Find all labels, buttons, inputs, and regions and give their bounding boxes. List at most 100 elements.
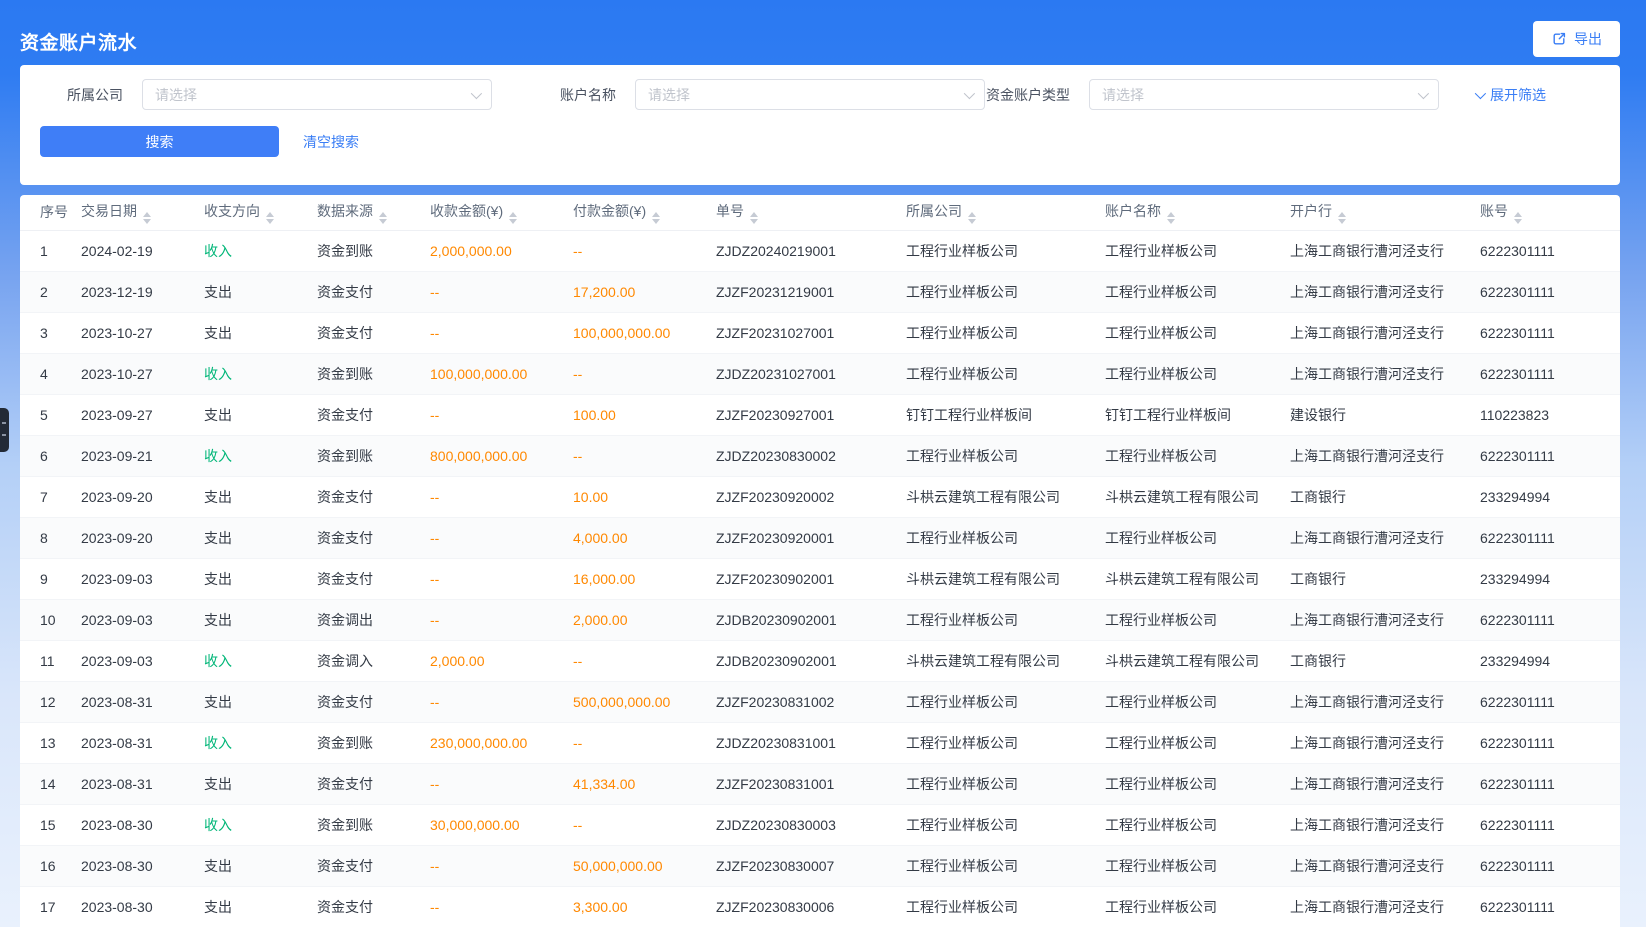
table-row: 132023-08-31收入资金到账230,000,000.00--ZJDZ20… [20,722,1620,763]
cell-direction: 收入 [204,230,317,271]
account-type-filter-label: 资金账户类型 [986,85,1070,105]
account-name-filter-label: 账户名称 [560,85,616,105]
cell-index: 17 [20,886,81,927]
cell-company: 斗栱云建筑工程有限公司 [906,476,1105,517]
cell-direction: 支出 [204,681,317,722]
col-direction[interactable]: 收支方向 [204,195,317,230]
table-row: 72023-09-20支出资金支付--10.00ZJZF20230920002斗… [20,476,1620,517]
cell-income-amount: -- [430,886,573,927]
cell-source: 资金到账 [317,435,430,476]
account-type-filter-select[interactable]: 请选择 [1089,79,1439,110]
cell-direction: 支出 [204,312,317,353]
filter-panel: 所属公司请选择账户名称请选择资金账户类型请选择 展开筛选 搜索 清空搜索 [20,65,1620,185]
cell-index: 14 [20,763,81,804]
cell-order-no: ZJDZ20230830002 [716,435,906,476]
cell-account-no: 233294994 [1480,640,1620,681]
cell-account-no: 6222301111 [1480,599,1620,640]
col-account-no[interactable]: 账号 [1480,195,1620,230]
col-account-name-label: 账户名称 [1105,203,1161,219]
cell-income-amount: 800,000,000.00 [430,435,573,476]
cell-company: 工程行业样板公司 [906,435,1105,476]
cell-order-no: ZJZF20230831002 [716,681,906,722]
cell-date: 2023-08-31 [81,681,204,722]
cell-company: 工程行业样板公司 [906,230,1105,271]
cell-direction: 收入 [204,435,317,476]
col-index-label: 序号 [40,204,68,220]
company-filter-label: 所属公司 [67,85,123,105]
cell-direction: 支出 [204,845,317,886]
company-filter: 所属公司 请选择 [67,79,492,110]
cell-bank: 上海工商银行漕河泾支行 [1290,804,1480,845]
col-company[interactable]: 所属公司 [906,195,1105,230]
cell-source: 资金调入 [317,640,430,681]
cell-income-amount: -- [430,271,573,312]
cell-payment-amount: 100.00 [573,394,716,435]
clear-search-link[interactable]: 清空搜索 [303,132,359,152]
cell-company: 工程行业样板公司 [906,845,1105,886]
col-source[interactable]: 数据来源 [317,195,430,230]
cell-payment-amount: -- [573,230,716,271]
cell-payment-amount: 50,000,000.00 [573,845,716,886]
table-row: 62023-09-21收入资金到账800,000,000.00--ZJDZ202… [20,435,1620,476]
col-account-name[interactable]: 账户名称 [1105,195,1290,230]
col-income-amount[interactable]: 收款金额(¥) [430,195,573,230]
cell-account-no: 6222301111 [1480,435,1620,476]
cell-account-name: 斗栱云建筑工程有限公司 [1105,640,1290,681]
side-drawer-handle[interactable] [0,408,9,452]
table-row: 22023-12-19支出资金支付--17,200.00ZJZF20231219… [20,271,1620,312]
cell-account-name: 工程行业样板公司 [1105,804,1290,845]
account-name-filter: 账户名称 请选择 [560,79,985,110]
account-name-filter-select[interactable]: 请选择 [635,79,985,110]
cell-date: 2023-08-31 [81,763,204,804]
cell-order-no: ZJZF20230920001 [716,517,906,558]
col-order-no[interactable]: 单号 [716,195,906,230]
col-date-label: 交易日期 [81,203,137,219]
cell-bank: 工商银行 [1290,558,1480,599]
cell-order-no: ZJDB20230902001 [716,640,906,681]
cell-order-no: ZJZF20230830006 [716,886,906,927]
table-row: 32023-10-27支出资金支付--100,000,000.00ZJZF202… [20,312,1620,353]
cell-source: 资金到账 [317,804,430,845]
col-payment-amount[interactable]: 付款金额(¥) [573,195,716,230]
sort-icon [1338,212,1346,224]
cell-account-no: 6222301111 [1480,763,1620,804]
cell-payment-amount: 10.00 [573,476,716,517]
cell-payment-amount: 41,334.00 [573,763,716,804]
cell-account-name: 钉钉工程行业样板间 [1105,394,1290,435]
cell-date: 2023-10-27 [81,353,204,394]
cell-index: 4 [20,353,81,394]
cell-income-amount: 230,000,000.00 [430,722,573,763]
cell-account-no: 110223823 [1480,394,1620,435]
cell-income-amount: -- [430,517,573,558]
table-row: 82023-09-20支出资金支付--4,000.00ZJZF202309200… [20,517,1620,558]
table-row: 112023-09-03收入资金调入2,000.00--ZJDB20230902… [20,640,1620,681]
expand-filter-link[interactable]: 展开筛选 [1475,79,1546,110]
cell-index: 13 [20,722,81,763]
col-date[interactable]: 交易日期 [81,195,204,230]
col-bank[interactable]: 开户行 [1290,195,1480,230]
company-filter-placeholder: 请选择 [155,85,197,105]
cell-income-amount: -- [430,763,573,804]
cell-order-no: ZJDZ20231027001 [716,353,906,394]
export-button[interactable]: 导出 [1533,21,1620,57]
cell-direction: 收入 [204,722,317,763]
search-button[interactable]: 搜索 [40,126,279,157]
cell-direction: 支出 [204,271,317,312]
cell-account-no: 6222301111 [1480,312,1620,353]
cell-source: 资金支付 [317,558,430,599]
cell-company: 斗栱云建筑工程有限公司 [906,640,1105,681]
sort-icon [1167,212,1175,224]
cell-payment-amount: 500,000,000.00 [573,681,716,722]
expand-filter-label: 展开筛选 [1490,85,1546,105]
cell-direction: 收入 [204,353,317,394]
cell-source: 资金支付 [317,394,430,435]
company-filter-select[interactable]: 请选择 [142,79,492,110]
cell-payment-amount: -- [573,435,716,476]
cell-source: 资金支付 [317,517,430,558]
account-name-filter-placeholder: 请选择 [648,85,690,105]
cell-income-amount: -- [430,845,573,886]
cell-bank: 上海工商银行漕河泾支行 [1290,230,1480,271]
cell-order-no: ZJZF20230902001 [716,558,906,599]
cell-order-no: ZJZF20230831001 [716,763,906,804]
cell-order-no: ZJDZ20230831001 [716,722,906,763]
